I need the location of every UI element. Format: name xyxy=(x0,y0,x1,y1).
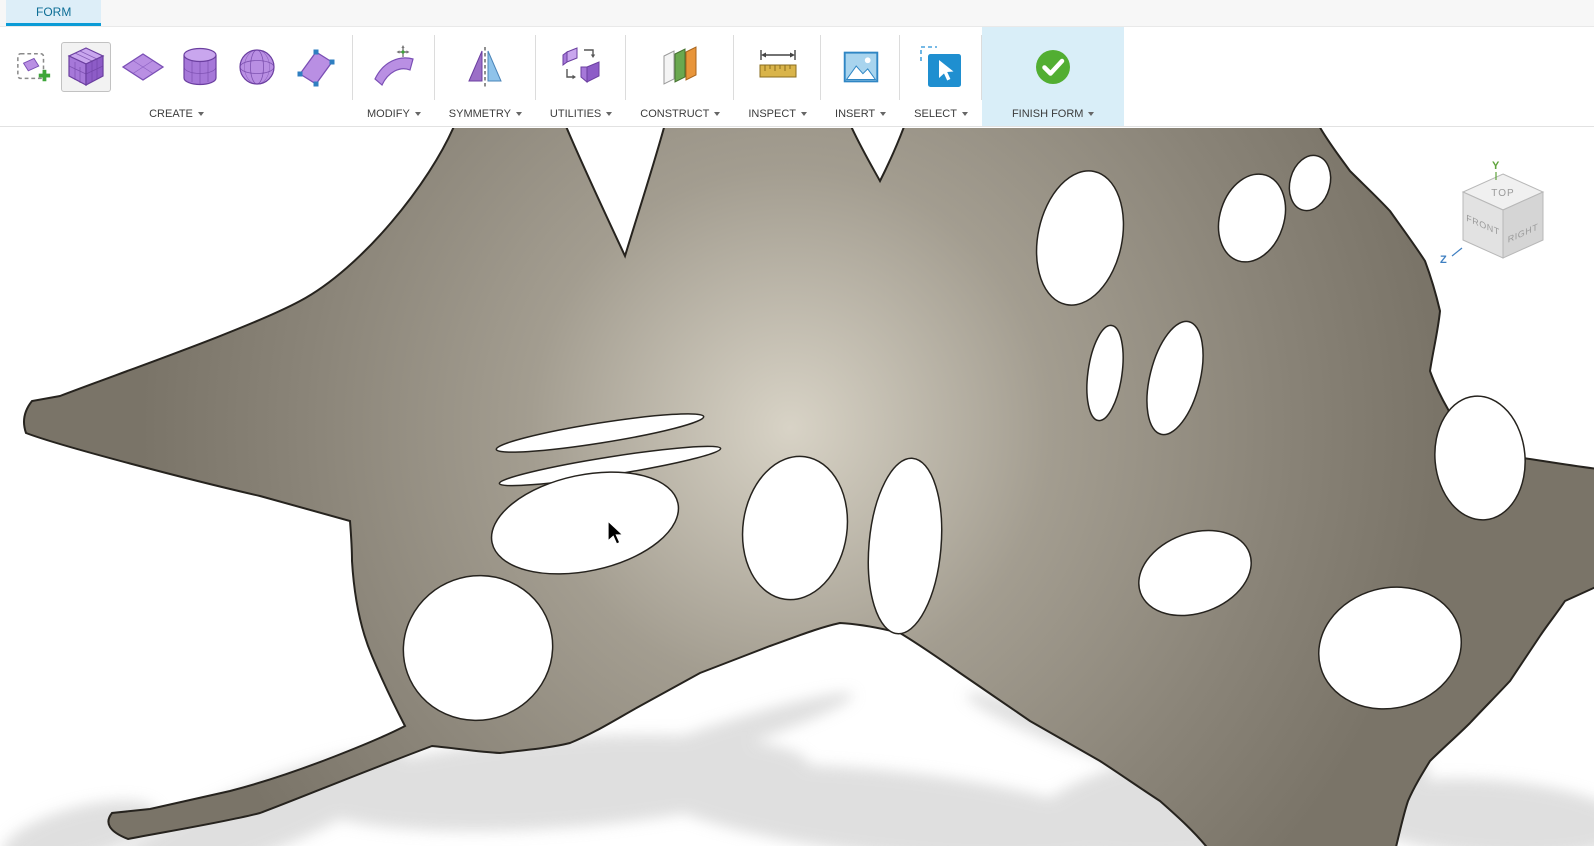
symmetry-dropdown[interactable]: SYMMETRY xyxy=(449,102,522,126)
modify-label: MODIFY xyxy=(367,108,410,120)
view-cube[interactable]: TOP FRONT RIGHT Y Z xyxy=(1438,160,1568,282)
dropdown-caret-icon xyxy=(1088,112,1094,116)
finish-form-icon[interactable] xyxy=(1028,42,1078,92)
dropdown-caret-icon xyxy=(198,112,204,116)
finish-form-label: FINISH FORM xyxy=(1012,108,1084,120)
utilities-dropdown[interactable]: UTILITIES xyxy=(550,102,612,126)
form-toolbar: CREATE MODIFY xyxy=(0,27,1594,127)
inspect-dropdown[interactable]: INSPECT xyxy=(748,102,807,126)
cylinder-icon[interactable] xyxy=(175,42,225,92)
edit-form-icon[interactable] xyxy=(369,42,419,92)
insert-dropdown[interactable]: INSERT xyxy=(835,102,886,126)
create-dropdown[interactable]: CREATE xyxy=(149,102,204,126)
construct-label: CONSTRUCT xyxy=(640,108,709,120)
toolbar-group-create: CREATE xyxy=(0,27,353,126)
toolbar-group-insert: INSERT xyxy=(821,27,900,126)
modify-dropdown[interactable]: MODIFY xyxy=(367,102,421,126)
create-form-icon[interactable] xyxy=(14,47,54,87)
plane-icon[interactable] xyxy=(118,42,168,92)
sphere-icon[interactable] xyxy=(232,42,282,92)
create-label: CREATE xyxy=(149,108,193,120)
measure-icon[interactable] xyxy=(753,42,803,92)
dropdown-caret-icon xyxy=(962,112,968,116)
dropdown-caret-icon xyxy=(516,112,522,116)
dropdown-caret-icon xyxy=(880,112,886,116)
toolbar-group-symmetry: SYMMETRY xyxy=(435,27,536,126)
application-window: FORM xyxy=(0,0,1594,846)
mirror-symmetry-icon[interactable] xyxy=(460,42,510,92)
view-cube-top-label[interactable]: TOP xyxy=(1491,188,1514,199)
toolbar-group-utilities: UTILITIES xyxy=(536,27,626,126)
toolbar-group-select: SELECT xyxy=(900,27,982,126)
tab-bar: FORM xyxy=(0,0,1594,27)
insert-label: INSERT xyxy=(835,108,875,120)
tab-form[interactable]: FORM xyxy=(6,0,101,26)
create-icons xyxy=(14,31,339,102)
dropdown-caret-icon xyxy=(606,112,612,116)
dropdown-caret-icon xyxy=(714,112,720,116)
y-axis-label: Y xyxy=(1492,160,1500,172)
inspect-label: INSPECT xyxy=(748,108,796,120)
view-cube-faces[interactable]: TOP FRONT RIGHT xyxy=(1463,174,1543,258)
box-icon[interactable] xyxy=(61,42,111,92)
mouse-cursor-icon xyxy=(605,520,627,546)
face-icon[interactable] xyxy=(289,42,339,92)
construct-dropdown[interactable]: CONSTRUCT xyxy=(640,102,720,126)
3d-viewport[interactable]: TOP FRONT RIGHT Y Z xyxy=(0,128,1594,846)
insert-image-icon[interactable] xyxy=(837,43,885,91)
symmetry-label: SYMMETRY xyxy=(449,108,511,120)
select-icon[interactable] xyxy=(916,42,966,92)
tab-form-label: FORM xyxy=(36,5,71,19)
toolbar-group-finish-form: FINISH FORM xyxy=(982,27,1125,126)
dropdown-caret-icon xyxy=(415,112,421,116)
tspline-model xyxy=(0,128,1594,846)
toolbar-group-inspect: INSPECT xyxy=(734,27,821,126)
z-axis-label: Z xyxy=(1440,254,1447,266)
dropdown-caret-icon xyxy=(801,112,807,116)
convert-icon[interactable] xyxy=(556,42,606,92)
toolbar-group-modify: MODIFY xyxy=(353,27,435,126)
construct-plane-icon[interactable] xyxy=(655,42,705,92)
select-label: SELECT xyxy=(914,108,957,120)
select-dropdown[interactable]: SELECT xyxy=(914,102,968,126)
toolbar-group-construct: CONSTRUCT xyxy=(626,27,734,126)
utilities-label: UTILITIES xyxy=(550,108,601,120)
finish-form-dropdown[interactable]: FINISH FORM xyxy=(1012,102,1095,126)
